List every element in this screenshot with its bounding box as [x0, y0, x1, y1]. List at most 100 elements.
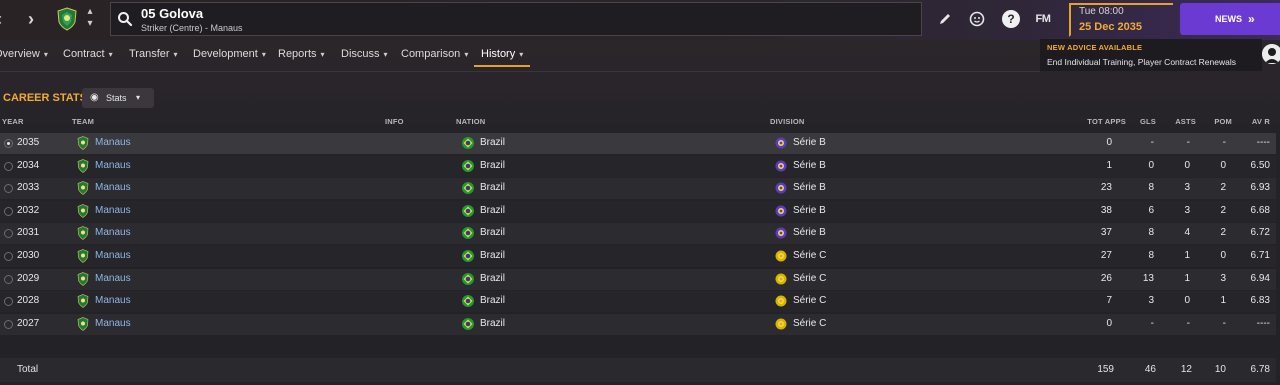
year-cell: 2033 — [17, 182, 40, 194]
nation-cell[interactable]: Brazil — [480, 295, 505, 306]
col-pom[interactable]: POM — [1208, 117, 1232, 126]
division-cell[interactable]: Série C — [793, 295, 826, 306]
team-link[interactable]: Manaus — [95, 273, 131, 284]
total-pom: 10 — [1214, 364, 1226, 375]
table-row[interactable]: 2033 Manaus Brazil Série B 23 8 3 2 6.93 — [0, 178, 1276, 200]
team-link[interactable]: Manaus — [95, 137, 131, 148]
col-asts[interactable]: ASTS — [1170, 117, 1196, 126]
nation-cell[interactable]: Brazil — [480, 273, 505, 284]
club-badge-icon — [77, 294, 89, 309]
col-division[interactable]: DIVISION — [770, 117, 805, 126]
player-search-box[interactable]: 05 Golova Striker (Centre) - Manaus — [110, 2, 922, 36]
col-team[interactable]: TEAM — [72, 117, 94, 126]
tab-contract-label: Contract — [63, 48, 105, 60]
date-time: Tue 08:00 — [1079, 6, 1124, 17]
table-row[interactable]: 2028 Manaus Brazil Série C 7 3 0 1 6.83 — [0, 291, 1276, 313]
col-tot-apps[interactable]: TOT APPS — [1078, 117, 1126, 126]
club-badge-icon — [77, 316, 89, 331]
col-av-r[interactable]: AV R — [1244, 117, 1270, 126]
search-icon[interactable] — [117, 11, 133, 27]
nation-cell[interactable]: Brazil — [480, 137, 505, 148]
team-link[interactable]: Manaus — [95, 182, 131, 193]
pom-cell: - — [1222, 137, 1226, 148]
news-button[interactable]: NEWS » — [1180, 3, 1280, 35]
competition-icon — [775, 273, 787, 285]
year-cell: 2028 — [17, 295, 40, 307]
fm-logo[interactable]: FM — [1032, 10, 1054, 28]
tab-overview[interactable]: Overview▾ — [0, 40, 48, 68]
table-row[interactable]: 2031 Manaus Brazil Série B 37 8 4 2 6.72 — [0, 223, 1276, 245]
nation-cell[interactable]: Brazil — [480, 250, 505, 261]
tab-development-label: Development — [193, 48, 258, 60]
row-select-radio[interactable] — [4, 319, 13, 329]
tab-comparison[interactable]: Comparison ▾ — [401, 40, 468, 68]
team-link[interactable]: Manaus — [95, 205, 131, 216]
col-nation[interactable]: NATION — [456, 117, 485, 126]
stats-view-dropdown[interactable]: ◉ Stats ▾ — [82, 88, 154, 108]
help-icon[interactable]: ? — [1002, 10, 1020, 28]
edit-icon[interactable] — [936, 10, 954, 28]
back-arrow-icon[interactable]: ‹ — [0, 9, 10, 29]
row-select-radio[interactable] — [4, 161, 13, 171]
division-cell[interactable]: Série B — [793, 205, 826, 216]
date-display[interactable]: Tue 08:00 25 Dec 2035 — [1069, 3, 1173, 37]
division-cell[interactable]: Série C — [793, 250, 826, 261]
forward-arrow-icon[interactable]: › — [28, 9, 42, 29]
row-select-radio[interactable] — [4, 297, 13, 307]
row-select-radio[interactable] — [4, 252, 13, 261]
nation-cell[interactable]: Brazil — [480, 205, 505, 216]
table-row[interactable]: 2034 Manaus Brazil Série B 1 0 0 0 6.50 — [0, 155, 1276, 177]
asts-cell: - — [1186, 137, 1190, 148]
gls-cell: 6 — [1148, 204, 1154, 216]
advisor-avatar[interactable] — [1262, 44, 1280, 64]
table-row[interactable]: 2032 Manaus Brazil Série B 38 6 3 2 6.68 — [0, 200, 1276, 222]
row-select-radio[interactable] — [4, 274, 13, 284]
nation-cell[interactable]: Brazil — [480, 227, 505, 238]
table-row[interactable]: 2030 Manaus Brazil Série C 27 8 1 0 6.71 — [0, 246, 1276, 267]
tab-discuss[interactable]: Discuss ▾ — [341, 40, 388, 68]
team-link[interactable]: Manaus — [95, 295, 131, 306]
row-select-radio[interactable] — [4, 229, 13, 239]
apps-cell: 38 — [1100, 204, 1112, 216]
tab-history[interactable]: History ▾ — [481, 40, 523, 68]
table-header: YEAR TEAM INFO NATION DIVISION TOT APPS … — [0, 114, 1280, 130]
advice-panel[interactable]: NEW ADVICE AVAILABLE End Individual Trai… — [1040, 39, 1262, 71]
team-link[interactable]: Manaus — [95, 227, 131, 238]
asts-cell: - — [1186, 317, 1190, 329]
av-r-cell: 6.93 — [1250, 182, 1270, 194]
col-year[interactable]: YEAR — [2, 117, 24, 126]
player-navigate-updown[interactable]: ▴ ▾ — [84, 6, 96, 34]
col-gls[interactable]: GLS — [1136, 117, 1156, 126]
tab-history-label: History — [481, 48, 516, 60]
table-row[interactable]: 2029 Manaus Brazil Série C 26 13 1 3 6.94 — [0, 268, 1276, 290]
division-cell[interactable]: Série C — [793, 273, 826, 284]
team-link[interactable]: Manaus — [95, 250, 131, 261]
row-select-radio[interactable] — [4, 184, 13, 194]
chevron-down-icon: ▾ — [320, 50, 325, 59]
face-icon[interactable] — [968, 10, 986, 28]
division-cell[interactable]: Série B — [793, 182, 826, 193]
chevron-double-right-icon: » — [1248, 12, 1255, 26]
team-link[interactable]: Manaus — [95, 318, 131, 329]
table-row[interactable]: 2035 Manaus Brazil Série B 0- - - ---- — [0, 133, 1276, 154]
tab-contract[interactable]: Contract ▾ — [63, 40, 113, 68]
asts-cell: 0 — [1184, 295, 1190, 307]
tab-reports[interactable]: Reports ▾ — [278, 40, 325, 68]
tab-transfer[interactable]: Transfer ▾ — [129, 40, 178, 68]
table-row[interactable]: 2027 Manaus Brazil Série C 0- - - ---- — [0, 313, 1276, 335]
col-info[interactable]: INFO — [385, 117, 404, 126]
nation-cell[interactable]: Brazil — [480, 160, 505, 171]
row-select-radio[interactable] — [4, 139, 13, 148]
tab-development[interactable]: Development ▾ — [193, 40, 266, 68]
division-cell[interactable]: Série B — [793, 160, 826, 171]
year-cell: 2029 — [17, 272, 40, 284]
nation-cell[interactable]: Brazil — [480, 182, 505, 193]
row-select-radio[interactable] — [4, 206, 13, 216]
division-cell[interactable]: Série B — [793, 227, 826, 238]
division-cell[interactable]: Série C — [793, 318, 826, 329]
team-link[interactable]: Manaus — [95, 160, 131, 171]
nation-cell[interactable]: Brazil — [480, 318, 505, 329]
club-badge-icon[interactable] — [56, 7, 78, 31]
division-cell[interactable]: Série B — [793, 137, 826, 148]
tab-comparison-label: Comparison — [401, 48, 461, 60]
